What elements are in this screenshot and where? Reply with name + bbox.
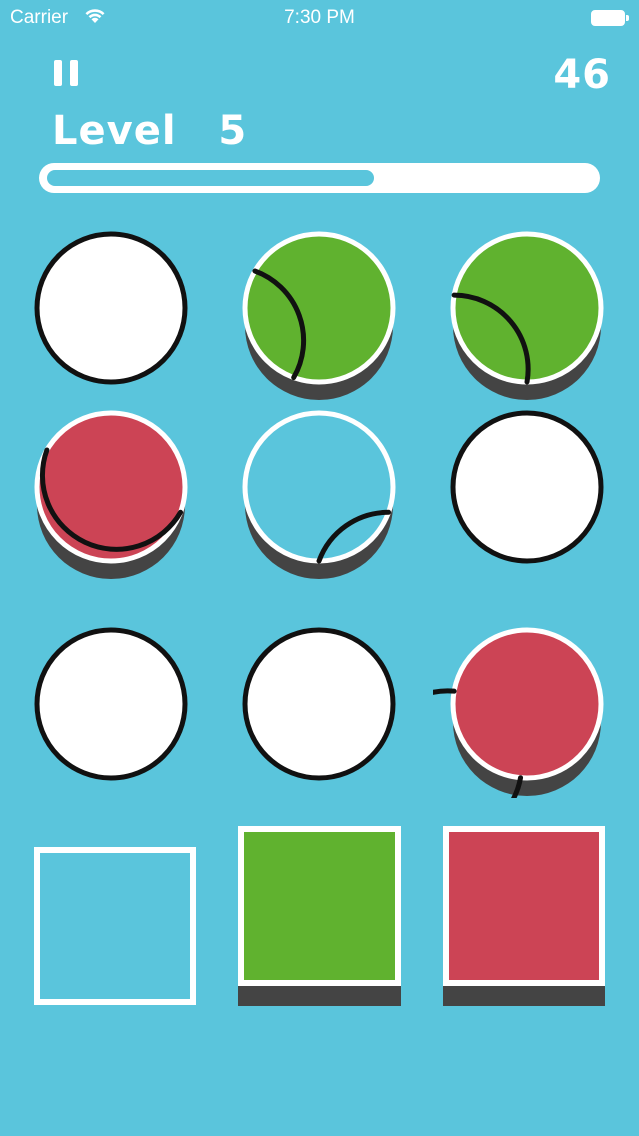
color-circle-1[interactable]: [17, 214, 205, 402]
target-square-2[interactable]: [238, 826, 401, 986]
level-progress-fill: [47, 170, 374, 186]
color-circle-3[interactable]: [433, 214, 621, 402]
score-counter: 46: [553, 52, 611, 98]
status-bar: Carrier 7:30 PM: [0, 0, 639, 36]
color-circle-8[interactable]: [225, 610, 413, 798]
target-square-1[interactable]: [34, 847, 196, 1005]
clock: 7:30 PM: [284, 7, 355, 28]
color-circle-5[interactable]: [225, 393, 413, 581]
target-square-3[interactable]: [443, 826, 605, 986]
color-circle-2[interactable]: [225, 214, 413, 402]
battery-icon: [591, 10, 629, 26]
level-title: Level 5: [52, 108, 248, 154]
color-circle-4[interactable]: [17, 393, 205, 581]
pause-button[interactable]: [54, 60, 80, 88]
color-circle-6[interactable]: [433, 393, 621, 581]
color-circle-9[interactable]: [433, 610, 621, 798]
level-progress-bar: [39, 163, 600, 193]
color-circle-7[interactable]: [17, 610, 205, 798]
